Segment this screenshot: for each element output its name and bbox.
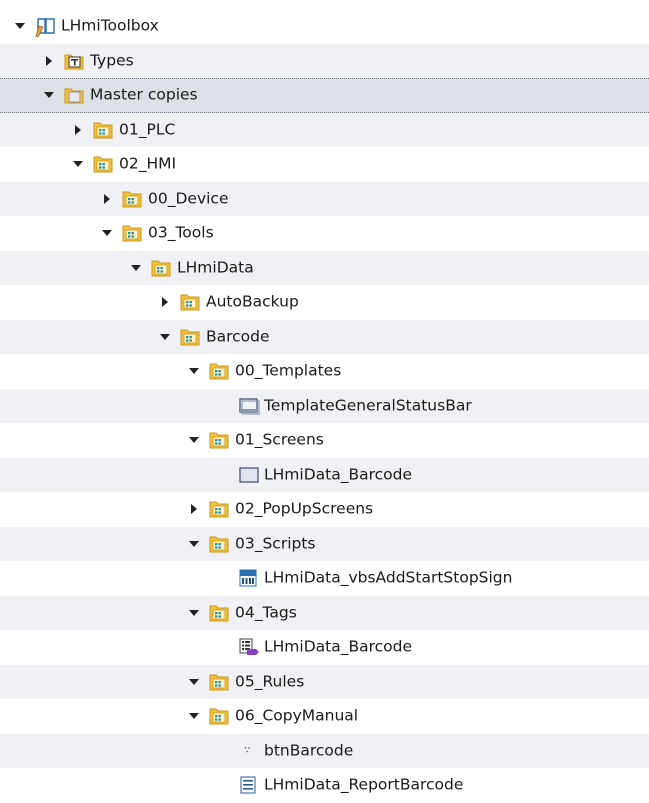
tree-item-label: LHmiToolbox xyxy=(61,16,159,35)
vbs-script-icon xyxy=(238,568,258,588)
tree-item-label: 06_CopyManual xyxy=(235,706,359,725)
tag-table-icon xyxy=(238,637,259,657)
tree-item-label: 03_Scripts xyxy=(235,534,316,552)
master-copy-folder-icon xyxy=(209,672,229,692)
tree-row[interactable]: 00_Device xyxy=(0,181,649,216)
tree-item-label: 04_Tags xyxy=(235,603,297,621)
collapsed-arrow-icon[interactable] xyxy=(188,503,200,515)
tree-item-label: 00_Templates xyxy=(235,361,342,380)
tree-row[interactable]: LHmiData_ReportBarcode xyxy=(0,768,649,803)
types-folder-icon xyxy=(64,51,84,71)
master-copy-folder-icon xyxy=(209,603,229,623)
library-book-icon xyxy=(35,16,55,38)
expanded-arrow-icon[interactable] xyxy=(159,331,171,343)
template-icon xyxy=(238,396,260,416)
tree-item-label: LHmiData_Barcode xyxy=(264,637,412,656)
report-icon xyxy=(238,775,258,795)
button-object-icon xyxy=(238,741,258,761)
tree-row[interactable]: LHmiData_Barcode xyxy=(0,630,649,665)
tree-item-label: AutoBackup xyxy=(206,292,299,311)
tree-row[interactable]: 03_Scripts xyxy=(0,526,649,561)
tree-row[interactable]: Types xyxy=(0,43,649,78)
tree-row[interactable]: 00_Templates xyxy=(0,354,649,389)
project-library-tree: LHmiToolbox Types Master copies 01_PLC 02_HM… xyxy=(0,9,649,803)
master-copy-folder-icon xyxy=(122,189,142,209)
collapsed-arrow-icon[interactable] xyxy=(159,296,171,308)
expanded-arrow-icon[interactable] xyxy=(188,538,200,550)
tree-item-label: 05_Rules xyxy=(235,672,305,690)
tree-row[interactable]: 02_PopUpScreens xyxy=(0,492,649,527)
master-copy-folder-icon xyxy=(209,499,229,519)
screen-icon xyxy=(238,465,259,485)
tree-item-label: btnBarcode xyxy=(264,741,354,759)
tree-row[interactable]: LHmiToolbox xyxy=(0,9,649,44)
master-copies-folder-icon xyxy=(64,85,84,105)
expanded-arrow-icon[interactable] xyxy=(188,607,200,619)
master-copy-folder-icon xyxy=(180,327,200,347)
expanded-arrow-icon[interactable] xyxy=(188,365,200,377)
tree-row[interactable]: 03_Tools xyxy=(0,216,649,251)
tree-item-label: LHmiData_Barcode xyxy=(264,465,412,483)
tree-row[interactable]: LHmiData_vbsAddStartStopSign xyxy=(0,561,649,596)
tree-item-label: 01_PLC xyxy=(119,120,176,138)
tree-item-label: 02_HMI xyxy=(119,154,177,173)
tree-row[interactable]: 01_Screens xyxy=(0,423,649,458)
tree-item-label: TemplateGeneralStatusBar xyxy=(264,396,472,414)
tree-row[interactable]: 04_Tags xyxy=(0,595,649,630)
tree-item-label: LHmiData_ReportBarcode xyxy=(264,775,464,794)
expanded-arrow-icon[interactable] xyxy=(188,434,200,446)
tree-item-label: 01_Screens xyxy=(235,430,324,449)
tree-item-label: 03_Tools xyxy=(148,223,214,242)
master-copy-folder-icon xyxy=(122,223,142,243)
expanded-arrow-icon[interactable] xyxy=(101,227,113,239)
tree-item-label: LHmiData_vbsAddStartStopSign xyxy=(264,568,513,587)
master-copy-folder-icon xyxy=(180,292,200,312)
expanded-arrow-icon[interactable] xyxy=(14,20,26,32)
master-copy-folder-icon xyxy=(209,534,229,554)
tree-row[interactable]: 02_HMI xyxy=(0,147,649,182)
tree-item-label: Types xyxy=(90,51,134,69)
tree-row[interactable]: LHmiData_Barcode xyxy=(0,457,649,492)
master-copy-folder-icon xyxy=(209,706,229,726)
expanded-arrow-icon[interactable] xyxy=(43,89,55,101)
master-copy-folder-icon xyxy=(151,258,171,278)
collapsed-arrow-icon[interactable] xyxy=(72,124,84,136)
tree-row[interactable]: btnBarcode xyxy=(0,733,649,768)
tree-row[interactable]: Barcode xyxy=(0,319,649,354)
expanded-arrow-icon[interactable] xyxy=(188,710,200,722)
collapsed-arrow-icon[interactable] xyxy=(43,55,55,67)
collapsed-arrow-icon[interactable] xyxy=(101,193,113,205)
tree-row[interactable]: 05_Rules xyxy=(0,664,649,699)
tree-item-label: 00_Device xyxy=(148,189,229,207)
tree-item-label: LHmiData xyxy=(177,258,254,276)
tree-row[interactable]: TemplateGeneralStatusBar xyxy=(0,388,649,423)
tree-item-label: Barcode xyxy=(206,327,270,345)
master-copy-folder-icon xyxy=(209,361,229,381)
master-copy-folder-icon xyxy=(93,120,113,140)
master-copy-folder-icon xyxy=(93,154,113,174)
tree-row[interactable]: 01_PLC xyxy=(0,112,649,147)
tree-row[interactable]: LHmiData xyxy=(0,250,649,285)
tree-row[interactable]: Master copies xyxy=(0,78,649,113)
tree-item-label: 02_PopUpScreens xyxy=(235,499,374,518)
tree-item-label: Master copies xyxy=(90,85,198,104)
expanded-arrow-icon[interactable] xyxy=(130,262,142,274)
tree-row[interactable]: AutoBackup xyxy=(0,285,649,320)
expanded-arrow-icon[interactable] xyxy=(72,158,84,170)
master-copy-folder-icon xyxy=(209,430,229,450)
expanded-arrow-icon[interactable] xyxy=(188,676,200,688)
tree-row[interactable]: 06_CopyManual xyxy=(0,699,649,734)
